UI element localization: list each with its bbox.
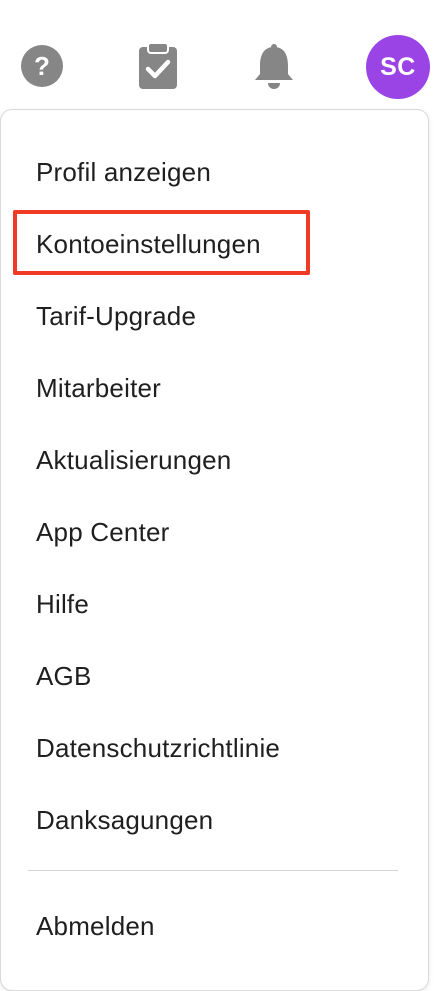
menu-divider	[28, 870, 398, 871]
bell-icon[interactable]	[244, 36, 304, 96]
menu-item-app-center[interactable]: App Center	[36, 516, 170, 548]
account-dropdown-menu: Profil anzeigen Kontoeinstellungen Tarif…	[0, 109, 429, 991]
menu-item-datenschutzrichtlinie[interactable]: Datenschutzrichtlinie	[36, 732, 280, 764]
menu-item-aktualisierungen[interactable]: Aktualisierungen	[36, 444, 231, 476]
menu-item-profil-anzeigen[interactable]: Profil anzeigen	[36, 156, 211, 188]
menu-item-hilfe[interactable]: Hilfe	[36, 588, 89, 620]
menu-item-kontoeinstellungen[interactable]: Kontoeinstellungen	[36, 228, 261, 260]
menu-item-abmelden[interactable]: Abmelden	[36, 910, 155, 942]
menu-item-agb[interactable]: AGB	[36, 660, 92, 692]
clipboard-check-icon[interactable]	[128, 36, 188, 96]
menu-item-danksagungen[interactable]: Danksagungen	[36, 804, 213, 836]
menu-item-mitarbeiter[interactable]: Mitarbeiter	[36, 372, 161, 404]
help-icon[interactable]: ?	[12, 36, 72, 96]
svg-text:?: ?	[34, 51, 50, 81]
user-avatar[interactable]: SC	[366, 35, 430, 99]
top-toolbar: ? SC	[0, 0, 434, 108]
menu-item-tarif-upgrade[interactable]: Tarif-Upgrade	[36, 300, 196, 332]
